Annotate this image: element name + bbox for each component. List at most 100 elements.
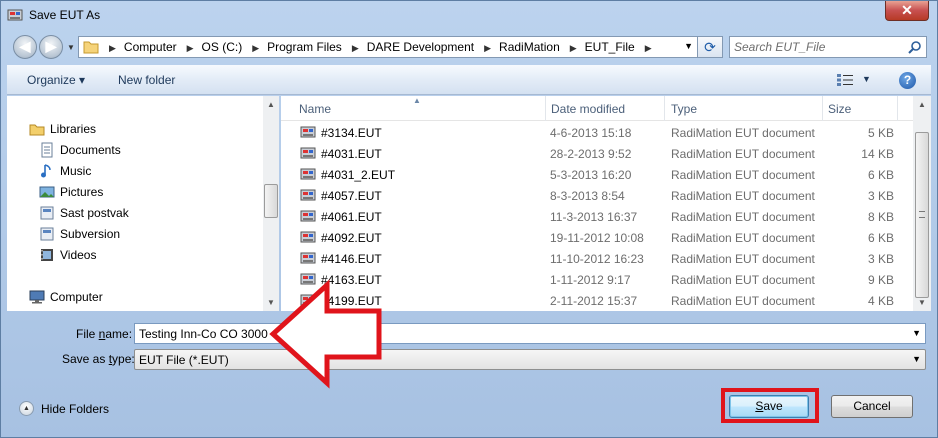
file-row[interactable]: #3134.EUT 4-6-2013 15:18 RadiMation EUT do… — [281, 122, 913, 143]
address-bar[interactable]: ▶ Computer ▶ OS (C:) ▶ Program Files ▶ DARE Dev… — [78, 36, 698, 58]
breadcrumb-item[interactable]: OS (C:) — [202, 40, 243, 54]
file-name-input[interactable] — [139, 326, 899, 342]
refresh-button[interactable]: ⟳ — [697, 36, 723, 58]
breadcrumb-separator-icon[interactable]: ▶ — [252, 43, 259, 54]
save-as-type-label: Save as type: — [62, 352, 135, 366]
nav-item-label: Pictures — [60, 185, 104, 199]
breadcrumb-item[interactable]: EUT_File — [585, 40, 635, 54]
column-divider[interactable] — [822, 96, 823, 121]
breadcrumb-separator-icon[interactable]: ▶ — [109, 43, 116, 54]
save-as-type-select[interactable]: EUT File (*.EUT) ▼ — [134, 349, 926, 370]
recent-pages-dropdown-icon[interactable]: ▼ — [67, 43, 75, 52]
breadcrumb-item[interactable]: Program Files — [267, 40, 342, 54]
column-divider[interactable] — [664, 96, 665, 121]
file-type-cell: RadiMation EUT document — [671, 189, 815, 203]
eut-file-icon — [300, 231, 316, 243]
file-date-cell: 1-11-2012 9:17 — [550, 273, 631, 287]
file-size-cell: 6 KB — [867, 168, 894, 182]
file-row[interactable]: #4031_2.EUT 5-3-2013 16:20 RadiMation EUT … — [281, 164, 913, 185]
file-name-cell: #4057.EUT — [321, 189, 382, 203]
new-folder-button[interactable]: New folder — [118, 73, 175, 87]
chevron-down-icon[interactable]: ▼ — [912, 354, 921, 364]
file-row[interactable]: #4146.EUT 11-10-2012 16:23 RadiMation EUT … — [281, 248, 913, 269]
file-row[interactable]: #4061.EUT 11-3-2013 16:37 RadiMation EUT d… — [281, 206, 913, 227]
close-button[interactable]: ✕ — [885, 1, 929, 21]
column-header-date[interactable]: Date modified — [551, 102, 625, 116]
nav-item-label: Sast postvak — [60, 206, 129, 220]
radimation-app-icon — [7, 9, 23, 21]
file-size-cell: 9 KB — [867, 273, 894, 287]
forward-button[interactable]: ▶ — [39, 35, 63, 59]
chevron-down-icon[interactable]: ▼ — [684, 41, 693, 51]
window-title: Save EUT As — [29, 8, 101, 22]
search-input[interactable] — [734, 39, 904, 55]
file-date-cell: 11-3-2013 16:37 — [550, 210, 638, 224]
chevron-up-icon: ▲ — [19, 401, 34, 416]
chevron-down-icon[interactable]: ▼ — [862, 74, 871, 84]
file-size-cell: 14 KB — [861, 147, 894, 161]
file-row[interactable]: #4057.EUT 8-3-2013 8:54 RadiMation EUT doc… — [281, 185, 913, 206]
arrow-right-icon: ▶ — [45, 38, 57, 54]
libraries-icon — [29, 124, 45, 136]
file-size-cell: 8 KB — [867, 210, 894, 224]
scroll-up-icon[interactable]: ▲ — [267, 100, 275, 109]
scroll-thumb[interactable] — [915, 132, 929, 298]
sort-ascending-icon: ▲ — [413, 96, 421, 105]
file-date-cell: 11-10-2012 16:23 — [550, 252, 644, 266]
view-options-icon[interactable] — [837, 74, 853, 86]
column-header-size[interactable]: Size — [828, 102, 851, 116]
breadcrumb-separator-icon[interactable]: ▶ — [187, 43, 194, 54]
breadcrumb-separator-icon[interactable]: ▶ — [570, 43, 577, 54]
scroll-thumb[interactable] — [264, 184, 278, 218]
breadcrumb: ▶ Computer ▶ OS (C:) ▶ Program Files ▶ DARE Dev… — [103, 40, 660, 54]
save-button[interactable]: Save — [729, 395, 809, 418]
hide-folders-label: Hide Folders — [41, 402, 110, 416]
arrow-left-icon: ◀ — [19, 38, 31, 54]
back-button[interactable]: ◀ — [13, 35, 37, 59]
save-as-type-value: EUT File (*.EUT) — [139, 353, 229, 367]
breadcrumb-separator-icon[interactable]: ▶ — [484, 43, 491, 54]
file-row[interactable]: #4031.EUT 28-2-2013 9:52 RadiMation EUT do… — [281, 143, 913, 164]
file-date-cell: 4-6-2013 15:18 — [550, 126, 632, 140]
column-divider[interactable] — [545, 96, 546, 121]
file-size-cell: 3 KB — [867, 252, 894, 266]
file-name-cell: #4092.EUT — [321, 231, 382, 245]
file-row[interactable]: #4092.EUT 19-11-2012 10:08 RadiMation EUT … — [281, 227, 913, 248]
search-icon — [908, 41, 921, 54]
file-size-cell: 4 KB — [867, 294, 894, 308]
search-box[interactable] — [729, 36, 927, 58]
eut-file-icon — [300, 147, 316, 159]
navigation-pane: Libraries Documents Music Pictures Sast … — [7, 96, 279, 311]
file-name-cell: #4061.EUT — [321, 210, 382, 224]
column-header-type[interactable]: Type — [671, 102, 697, 116]
file-date-cell: 8-3-2013 8:54 — [550, 189, 625, 203]
eut-file-icon — [300, 189, 316, 201]
breadcrumb-separator-icon[interactable]: ▶ — [352, 43, 359, 54]
scroll-up-icon[interactable]: ▲ — [918, 100, 926, 109]
videos-icon — [41, 249, 53, 261]
file-size-cell: 6 KB — [867, 231, 894, 245]
help-icon[interactable]: ? — [899, 72, 916, 89]
breadcrumb-item[interactable]: RadiMation — [499, 40, 560, 54]
command-bar: Organize ▾ New folder ▼ ? — [7, 65, 931, 95]
organize-menu-button[interactable]: Organize ▾ — [27, 73, 85, 87]
chevron-down-icon[interactable]: ▼ — [912, 328, 921, 338]
file-name-cell: #4146.EUT — [321, 252, 382, 266]
column-divider[interactable] — [897, 96, 898, 121]
cancel-button[interactable]: Cancel — [831, 395, 913, 418]
file-name-label: File name: — [76, 327, 133, 341]
file-type-cell: RadiMation EUT document — [671, 168, 815, 182]
file-type-cell: RadiMation EUT document — [671, 210, 815, 224]
breadcrumb-item[interactable]: Computer — [124, 40, 177, 54]
scroll-grip — [919, 211, 925, 218]
column-header-name[interactable]: Name — [299, 102, 331, 116]
scroll-down-icon[interactable]: ▼ — [918, 298, 926, 307]
library-folder-icon — [40, 227, 54, 241]
nav-item-label: Documents — [60, 143, 121, 157]
file-list-scrollbar[interactable]: ▲ ▼ — [913, 96, 931, 311]
pictures-icon — [39, 186, 55, 198]
breadcrumb-separator-icon[interactable]: ▶ — [645, 43, 652, 54]
file-name-combobox[interactable]: ▼ — [134, 323, 926, 344]
breadcrumb-item[interactable]: DARE Development — [367, 40, 474, 54]
file-date-cell: 19-11-2012 10:08 — [550, 231, 644, 245]
